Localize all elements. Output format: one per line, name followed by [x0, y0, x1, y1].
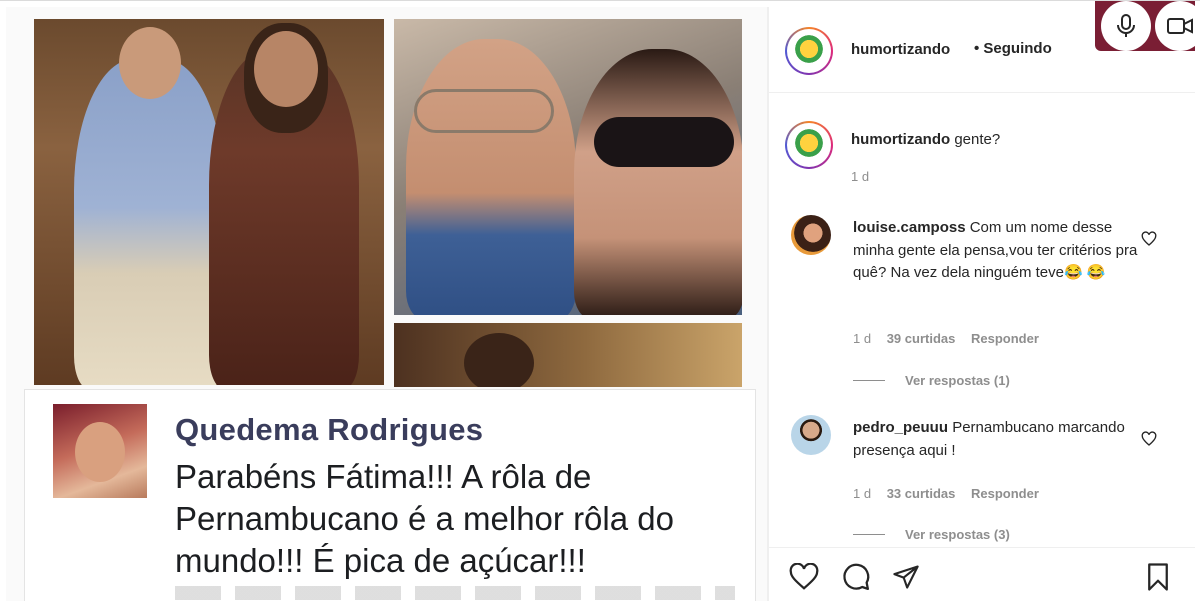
comment-username[interactable]: louise.camposs [853, 219, 966, 236]
humortizando-logo [789, 125, 829, 165]
view-replies-label: Ver respostas (1) [905, 373, 1010, 388]
sunglasses [594, 117, 734, 167]
glasses [414, 89, 554, 133]
man-figure [74, 59, 224, 385]
send-icon[interactable] [889, 560, 923, 594]
woman-head [254, 31, 318, 107]
microphone-icon[interactable] [1101, 1, 1151, 51]
man-head [119, 27, 181, 99]
post-actions-bar [769, 547, 1195, 601]
view-replies-button[interactable]: Ver respostas (3) [853, 527, 1010, 542]
commenter-photo [53, 404, 147, 498]
comment-username[interactable]: pedro_peuuu [853, 419, 948, 436]
card-cutoff-text [175, 586, 735, 600]
view-replies-button[interactable]: Ver respostas (1) [853, 373, 1010, 388]
comment-time[interactable]: 1 d [853, 486, 871, 501]
selfie-man [406, 39, 576, 315]
comment-likes[interactable]: 39 curtidas [887, 331, 956, 346]
card-comment-text: Parabéns Fátima!!! A rôla de Pernambucan… [175, 458, 674, 579]
follow-status[interactable]: • Seguindo [974, 40, 1052, 57]
comment-icon[interactable] [839, 560, 873, 594]
small-photo [394, 323, 742, 387]
comment-text: pedro_peuuu Pernambucano marcando presen… [853, 417, 1143, 462]
facebook-comment-card: Quedema Rodrigues Parabéns Fátima!!! A r… [24, 389, 756, 601]
post-side-panel: humortizando • Seguindo humortizando gen… [768, 1, 1200, 601]
profile-avatar[interactable] [785, 27, 833, 75]
view-replies-label: Ver respostas (3) [905, 527, 1010, 542]
comment-text: louise.camposs Com um nome desse minha g… [853, 217, 1143, 285]
video-camera-icon[interactable] [1155, 1, 1200, 51]
selfie-photo [394, 19, 742, 315]
couple-photo [34, 19, 384, 385]
post-image[interactable]: Quedema Rodrigues Parabéns Fátima!!! A r… [6, 7, 768, 601]
instagram-post-window: Quedema Rodrigues Parabéns Fátima!!! A r… [0, 0, 1200, 601]
replies-line [853, 534, 885, 535]
caption-body: gente? [954, 131, 1001, 148]
humortizando-logo [789, 31, 829, 71]
commenter-avatar[interactable] [791, 215, 831, 255]
caption-text: humortizando gente? [851, 131, 1000, 148]
comment-time[interactable]: 1 d [853, 331, 871, 346]
caption-avatar[interactable] [785, 121, 833, 169]
comment-meta: 1 d 33 curtidas Responder [853, 486, 1051, 501]
heart-icon[interactable] [787, 560, 821, 594]
reply-button[interactable]: Responder [971, 331, 1039, 346]
comment-meta: 1 d 39 curtidas Responder [853, 331, 1051, 346]
reply-button[interactable]: Responder [971, 486, 1039, 501]
comment-like-heart-icon[interactable] [1141, 231, 1157, 247]
selfie-woman [574, 49, 742, 315]
replies-line [853, 380, 885, 381]
comment-like-heart-icon[interactable] [1141, 431, 1157, 447]
caption-username[interactable]: humortizando [851, 131, 950, 148]
bookmark-icon[interactable] [1141, 560, 1175, 594]
comment-likes[interactable]: 33 curtidas [887, 486, 956, 501]
caption-timestamp[interactable]: 1 d [851, 169, 869, 184]
commenter-avatar[interactable] [791, 415, 831, 455]
small-photo-person [464, 333, 534, 387]
post-header: humortizando • Seguindo [769, 1, 1200, 93]
header-username[interactable]: humortizando [851, 41, 950, 58]
card-author-name: Quedema Rodrigues [175, 412, 484, 447]
